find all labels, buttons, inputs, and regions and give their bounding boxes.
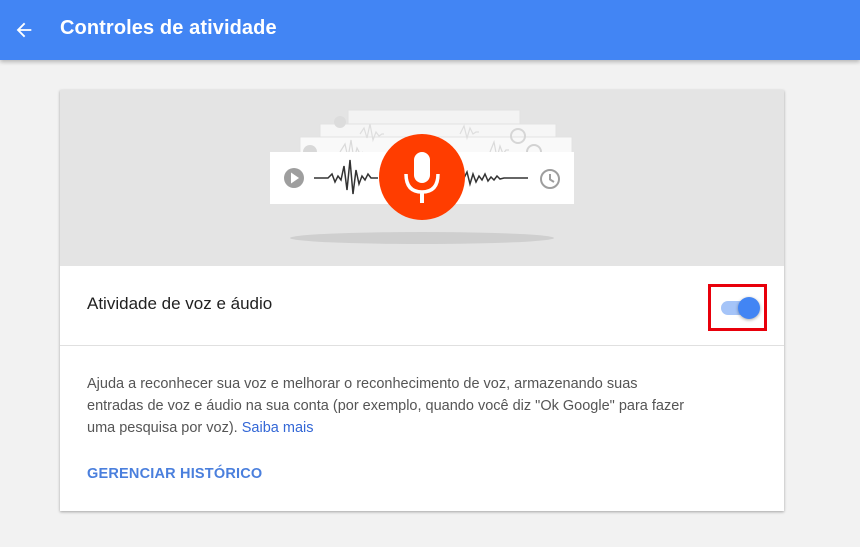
description-text: Ajuda a reconhecer sua voz e melhorar o … bbox=[87, 376, 685, 436]
manage-history-button[interactable]: GERENCIAR HISTÓRICO bbox=[87, 466, 262, 482]
activity-card: Atividade de voz e áudio Ajuda a reconhe… bbox=[60, 90, 784, 511]
voice-illustration bbox=[60, 90, 784, 266]
play-icon bbox=[284, 168, 304, 188]
voice-audio-toggle[interactable] bbox=[719, 297, 761, 319]
toggle-thumb bbox=[738, 297, 760, 319]
app-bar: Controles de atividade bbox=[0, 0, 860, 60]
voice-audio-setting-row: Atividade de voz e áudio bbox=[60, 266, 784, 346]
back-button[interactable] bbox=[10, 16, 38, 44]
setting-description: Ajuda a reconhecer sua voz e melhorar o … bbox=[87, 373, 687, 439]
learn-more-link[interactable]: Saiba mais bbox=[242, 420, 314, 436]
page-title: Controles de atividade bbox=[60, 17, 277, 39]
microphone-icon bbox=[379, 134, 465, 220]
arrow-back-icon bbox=[16, 22, 32, 38]
toggle-highlight-frame bbox=[708, 284, 767, 331]
setting-label: Atividade de voz e áudio bbox=[87, 294, 273, 313]
